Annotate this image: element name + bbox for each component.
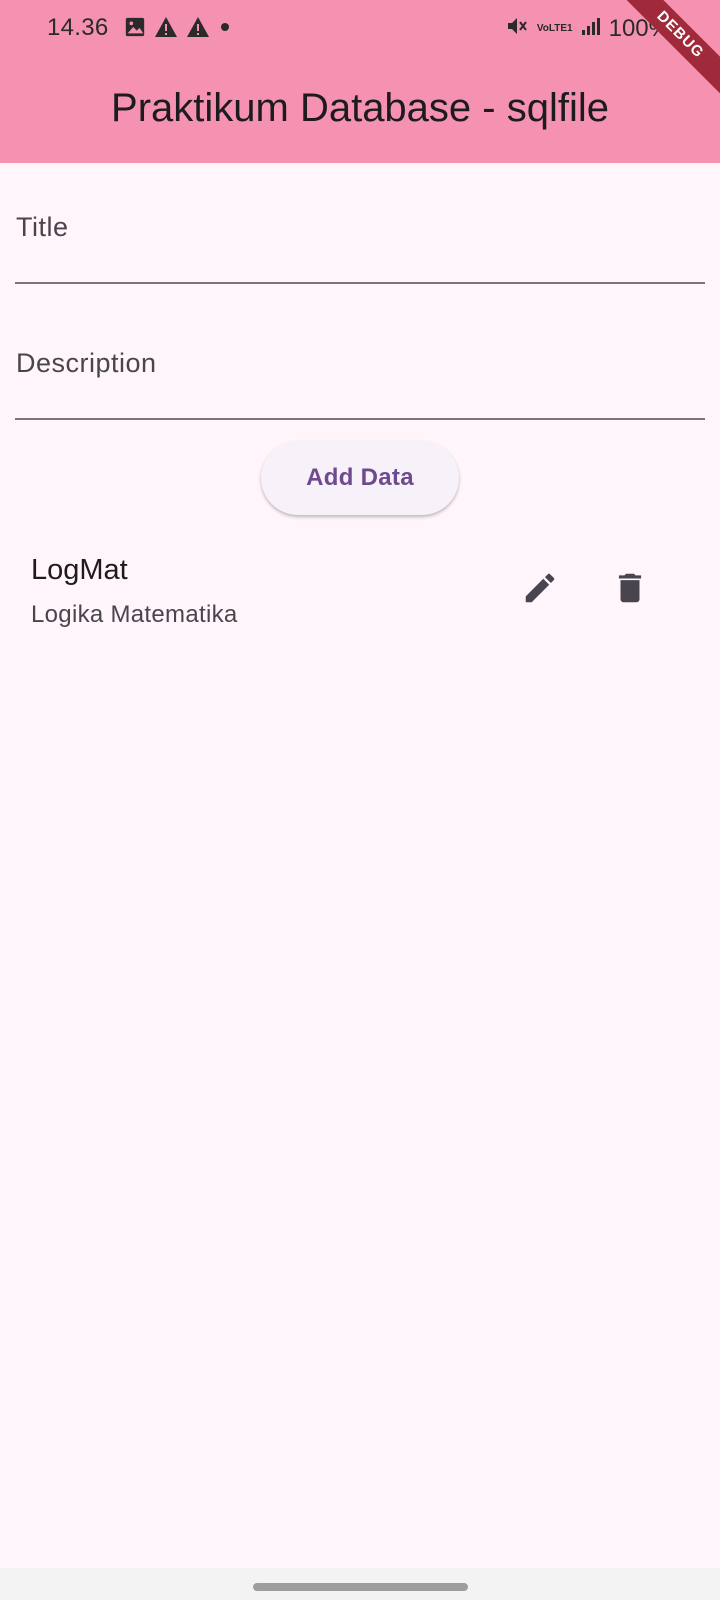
app-bar: 14.36 VoLTE1 100% Praktikum Database - s… bbox=[0, 0, 720, 163]
delete-button[interactable] bbox=[608, 568, 652, 612]
description-field-underline bbox=[15, 418, 705, 420]
title-field-label: Title bbox=[16, 212, 69, 242]
add-data-button[interactable]: Add Data bbox=[261, 441, 459, 515]
title-field-underline bbox=[15, 282, 705, 284]
warning-icon bbox=[186, 16, 210, 43]
title-field[interactable]: Title bbox=[15, 212, 705, 284]
item-subtitle: Logika Matematika bbox=[31, 601, 238, 628]
trash-icon bbox=[611, 569, 649, 612]
list-item: LogMat Logika Matematika bbox=[0, 540, 720, 640]
warning-icon bbox=[154, 16, 178, 43]
image-icon bbox=[124, 16, 146, 43]
description-field[interactable]: Description bbox=[15, 348, 705, 420]
description-field-label: Description bbox=[16, 348, 157, 378]
dot-icon bbox=[218, 20, 232, 39]
item-title: LogMat bbox=[31, 554, 128, 586]
mute-icon bbox=[505, 14, 529, 43]
signal-icon bbox=[581, 16, 601, 41]
notification-icons bbox=[124, 16, 232, 43]
page-title: Praktikum Database - sqlfile bbox=[111, 86, 609, 130]
app-screen: 14.36 VoLTE1 100% Praktikum Database - s… bbox=[0, 0, 720, 1600]
edit-button[interactable] bbox=[518, 568, 562, 612]
volte-icon: VoLTE1 bbox=[536, 22, 573, 34]
status-bar: 14.36 VoLTE1 100% bbox=[0, 0, 720, 56]
status-time: 14.36 bbox=[47, 14, 109, 41]
pencil-icon bbox=[521, 569, 559, 612]
gesture-handle[interactable] bbox=[253, 1583, 468, 1591]
